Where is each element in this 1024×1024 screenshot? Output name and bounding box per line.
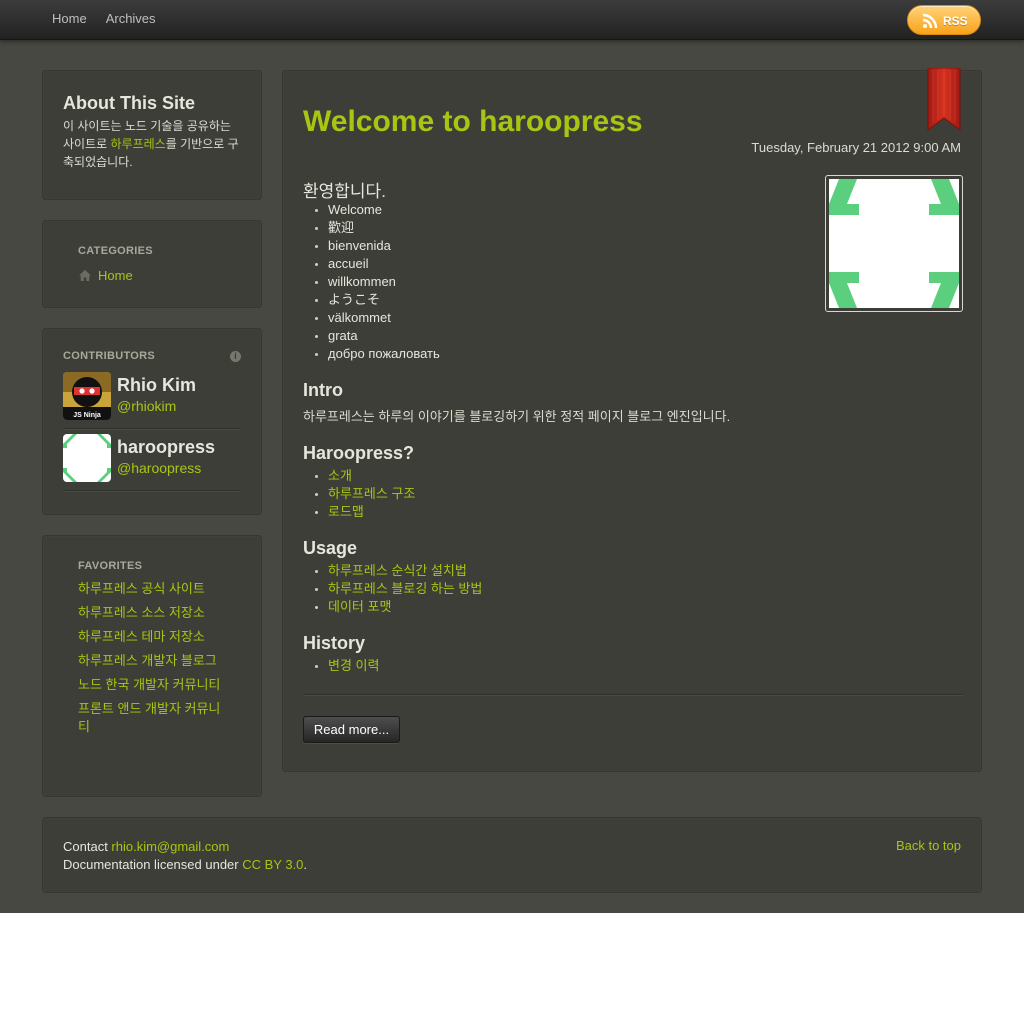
list-item: Welcome xyxy=(308,201,440,219)
back-to-top-link[interactable]: Back to top xyxy=(896,838,961,853)
favorite-link[interactable]: 하루프레스 개발자 블로그 xyxy=(78,652,228,670)
contributor-handle[interactable]: @haroopress xyxy=(117,460,201,476)
bookmark-ribbon-icon xyxy=(927,68,961,131)
categories-title: CATEGORIES xyxy=(78,245,153,257)
post-date: Tuesday, February 21 2012 9:00 AM xyxy=(751,140,961,155)
haroopress-logo-icon xyxy=(63,434,111,482)
avatar: JS Ninja xyxy=(63,372,111,420)
top-navigation-bar: Home Archives RSS xyxy=(0,0,1024,40)
contributor-item[interactable]: haroopress @haroopress xyxy=(63,434,241,491)
contributor-name: haroopress xyxy=(117,437,216,457)
rss-label: RSS xyxy=(943,14,968,28)
main-nav: Home Archives xyxy=(52,11,156,26)
rss-icon xyxy=(922,13,938,29)
read-more-button[interactable]: Read more... xyxy=(303,716,400,743)
info-icon[interactable]: i xyxy=(230,351,241,362)
list-item-link[interactable]: 하루프레스 블로깅 하는 방법 xyxy=(308,580,482,598)
welcome-heading: 환영합니다. xyxy=(303,182,386,201)
avatar-caption: JS Ninja xyxy=(73,412,101,419)
contributor-name: Rhio Kim xyxy=(117,375,196,395)
list-item: добро пожаловать xyxy=(308,345,440,363)
category-label: Home xyxy=(98,268,133,283)
post-panel: Welcome to haroopress Tuesday, February … xyxy=(282,68,982,772)
favorites-list: 하루프레스 공식 사이트 하루프레스 소스 저장소 하루프레스 테마 저장소 하… xyxy=(78,580,228,742)
list-item-link[interactable]: 로드맵 xyxy=(308,503,415,521)
favorites-title: FAVORITES xyxy=(78,560,143,572)
list-item: willkommen xyxy=(308,273,440,291)
history-links: 변경 이력 xyxy=(308,657,379,675)
nav-home-link[interactable]: Home xyxy=(52,11,87,26)
usage-links: 하루프레스 순식간 설치법 하루프레스 블로깅 하는 방법 데이터 포맷 xyxy=(308,562,482,616)
haroopress-link[interactable]: 하루프레스 xyxy=(111,137,166,151)
favorite-link[interactable]: 노드 한국 개발자 커뮤니티 xyxy=(78,676,228,694)
haroopress-logo-image xyxy=(829,179,959,308)
favorite-link[interactable]: 프론트 앤드 개발자 커뮤니티 xyxy=(78,700,228,736)
footer-contact: Contact rhio.kim@gmail.com Documentation… xyxy=(63,838,307,874)
list-item: välkommet xyxy=(308,309,440,327)
nav-archives-link[interactable]: Archives xyxy=(106,11,156,26)
haroopress-links: 소개 하루프레스 구조 로드맵 xyxy=(308,467,415,521)
license-label: Documentation licensed under xyxy=(63,857,243,872)
about-title: About This Site xyxy=(63,93,195,113)
license-link[interactable]: CC BY 3.0 xyxy=(242,857,303,872)
contributor-item[interactable]: JS Ninja Rhio Kim @rhiokim xyxy=(63,372,241,429)
history-heading: History xyxy=(303,633,366,653)
categories-panel: CATEGORIES Home xyxy=(42,220,262,308)
footer-panel: Contact rhio.kim@gmail.com Documentation… xyxy=(42,817,982,893)
list-item-link[interactable]: 하루프레스 구조 xyxy=(308,485,415,503)
list-item-link[interactable]: 소개 xyxy=(308,467,415,485)
intro-text: 하루프레스는 하루의 이야기를 블로깅하기 위한 정적 페이지 블로그 엔진입니… xyxy=(303,409,731,424)
divider xyxy=(303,694,963,695)
favorite-link[interactable]: 하루프레스 공식 사이트 xyxy=(78,580,228,598)
contributors-panel: CONTRIBUTORS i JS Ninja Rhio Kim @rhioki… xyxy=(42,328,262,515)
list-item: bienvenida xyxy=(308,237,440,255)
list-item-link[interactable]: 데이터 포맷 xyxy=(308,598,482,616)
intro-heading: Intro xyxy=(303,380,343,400)
list-item: grata xyxy=(308,327,440,345)
home-icon xyxy=(79,270,91,281)
about-panel: About This Site 이 사이트는 노드 기술을 공유하는 사이트로 … xyxy=(42,70,262,200)
about-text: 이 사이트는 노드 기술을 공유하는 사이트로 하루프레스를 기반으로 구축되었… xyxy=(63,117,243,171)
avatar xyxy=(63,434,111,482)
favorite-link[interactable]: 하루프레스 소스 저장소 xyxy=(78,604,228,622)
haroopress-heading: Haroopress? xyxy=(303,443,415,463)
contact-email-link[interactable]: rhio.kim@gmail.com xyxy=(111,839,229,854)
welcome-list: Welcome 歡迎 bienvenida accueil willkommen… xyxy=(308,201,440,363)
favorite-link[interactable]: 하루프레스 테마 저장소 xyxy=(78,628,228,646)
license-end: . xyxy=(303,857,308,872)
contact-label: Contact xyxy=(63,839,112,854)
list-item-link[interactable]: 변경 이력 xyxy=(308,657,379,675)
list-item-link[interactable]: 하루프레스 순식간 설치법 xyxy=(308,562,482,580)
post-thumbnail xyxy=(825,175,963,312)
contributors-title: CONTRIBUTORS xyxy=(63,350,156,362)
page-background: Home Archives RSS About This Site 이 사이트는… xyxy=(0,0,1024,913)
list-item: ようこそ xyxy=(308,291,440,309)
favorites-panel: FAVORITES 하루프레스 공식 사이트 하루프레스 소스 저장소 하루프레… xyxy=(42,535,262,797)
contributor-handle[interactable]: @rhiokim xyxy=(117,398,176,414)
rss-button[interactable]: RSS xyxy=(907,5,981,35)
list-item: accueil xyxy=(308,255,440,273)
post-title[interactable]: Welcome to haroopress xyxy=(303,105,643,139)
category-item-home[interactable]: Home xyxy=(78,268,133,283)
list-item: 歡迎 xyxy=(308,219,440,237)
usage-heading: Usage xyxy=(303,538,358,558)
